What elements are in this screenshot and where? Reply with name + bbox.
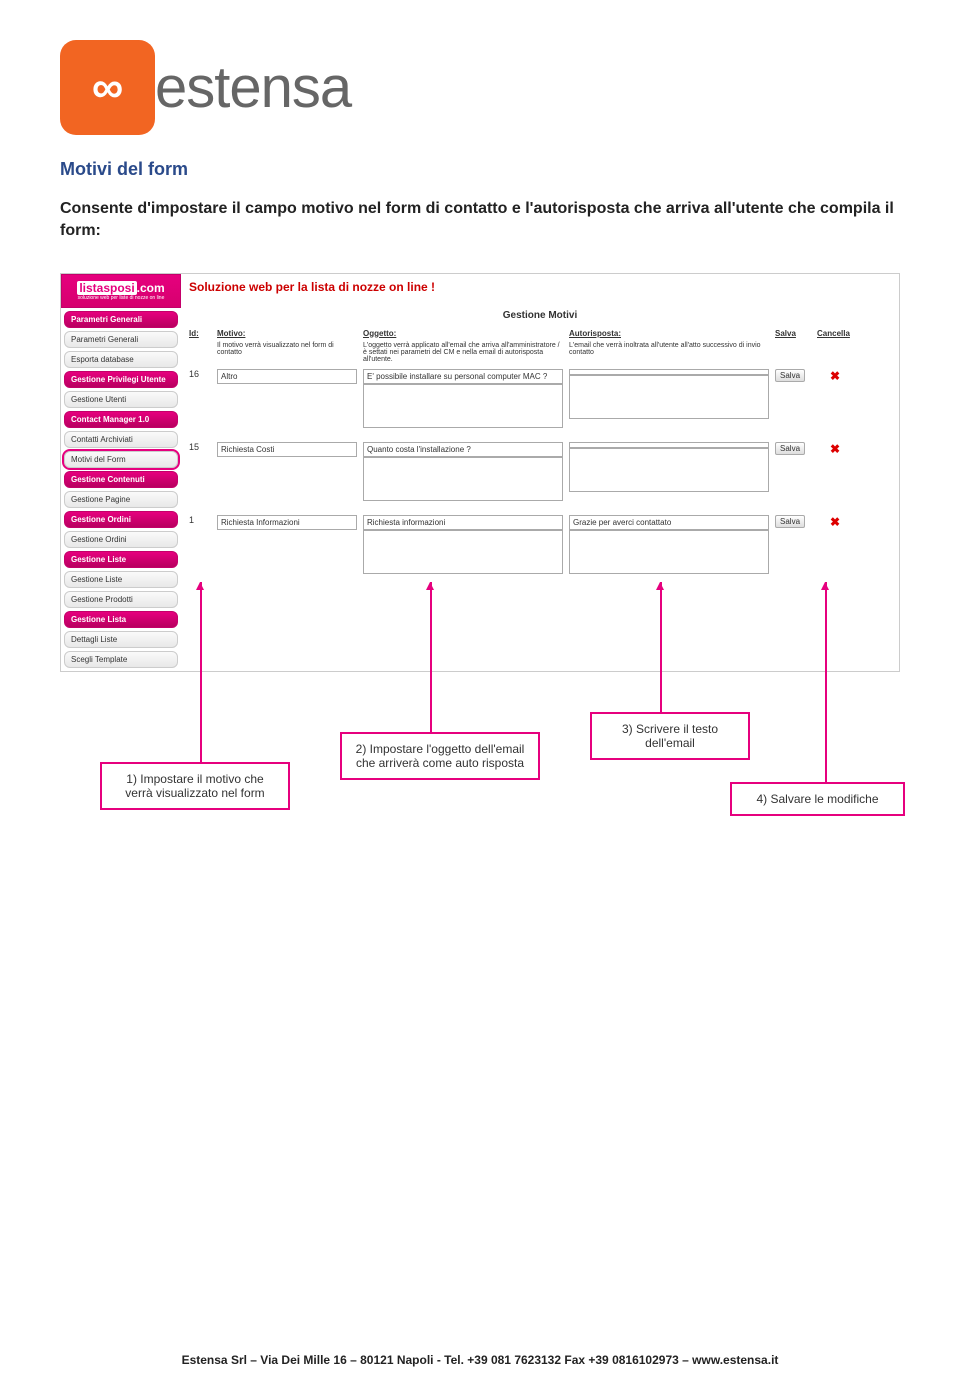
col-cancella: Cancella xyxy=(817,329,853,338)
table-desc: Il motivo verrà visualizzato nel form di… xyxy=(189,342,891,363)
col-autorisposta: Autorisposta: xyxy=(569,329,769,338)
sidebar: listasposi.com soluzione web per liste d… xyxy=(61,274,181,671)
section-title: Gestione Motivi xyxy=(189,310,891,321)
table-row: 1 Richiesta Informazioni Richiesta informa… xyxy=(189,515,891,574)
sidebar-group-head: Gestione Lista xyxy=(64,611,178,628)
sidebar-item[interactable]: Gestione Ordini xyxy=(64,531,178,548)
sidebar-item[interactable]: Gestione Utenti xyxy=(64,391,178,408)
motivo-input[interactable]: Altro xyxy=(217,369,357,384)
col-oggetto: Oggetto: xyxy=(363,329,563,338)
main-panel: Soluzione web per la lista di nozze on l… xyxy=(181,274,899,671)
salva-button[interactable]: Salva xyxy=(775,442,805,455)
delete-icon[interactable]: ✖ xyxy=(817,369,853,383)
sidebar-item[interactable]: Gestione Pagine xyxy=(64,491,178,508)
sidebar-item[interactable]: Dettagli Liste xyxy=(64,631,178,648)
col-id: Id: xyxy=(189,329,211,338)
desc-autorisposta: L'email che verrà inoltrata all'utente a… xyxy=(569,342,769,363)
callouts: 1) Impostare il motivo che verrà visuali… xyxy=(60,692,900,872)
sidebar-item[interactable]: Motivi del Form xyxy=(64,451,178,468)
oggetto-textarea[interactable] xyxy=(363,384,563,428)
sidebar-group-head: Parametri Generali xyxy=(64,311,178,328)
motivo-input[interactable]: Richiesta Costi xyxy=(217,442,357,457)
col-salva: Salva xyxy=(775,329,811,338)
site-logo-top: listasposi xyxy=(77,281,136,295)
desc-motivo: Il motivo verrà visualizzato nel form di… xyxy=(217,342,357,363)
salva-button[interactable]: Salva xyxy=(775,515,805,528)
sidebar-item[interactable]: Gestione Liste xyxy=(64,571,178,588)
oggetto-input[interactable]: Quanto costa l'installazione ? xyxy=(363,442,563,457)
infinity-icon: ∞ xyxy=(92,63,123,113)
table-row: 15 Richiesta Costi Quanto costa l'installa… xyxy=(189,442,891,501)
row-id: 16 xyxy=(189,369,211,379)
app-screenshot: listasposi.com soluzione web per liste d… xyxy=(60,273,900,672)
table-header: Id: Motivo: Oggetto: Autorisposta: Salva… xyxy=(189,329,891,338)
page-heading: Motivi del form xyxy=(60,159,900,180)
intro-paragraph: Consente d'impostare il campo motivo nel… xyxy=(60,198,900,243)
site-logo: listasposi.com soluzione web per liste d… xyxy=(61,274,181,308)
row-id: 15 xyxy=(189,442,211,452)
sidebar-item[interactable]: Scegli Template xyxy=(64,651,178,668)
sidebar-item[interactable]: Gestione Prodotti xyxy=(64,591,178,608)
oggetto-textarea[interactable] xyxy=(363,530,563,574)
main-title: Soluzione web per la lista di nozze on l… xyxy=(189,280,891,294)
salva-button[interactable]: Salva xyxy=(775,369,805,382)
callout-3: 3) Scrivere il testo dell'email xyxy=(590,712,750,760)
sidebar-group-head: Contact Manager 1.0 xyxy=(64,411,178,428)
site-logo-sub: soluzione web per liste di nozze on line xyxy=(66,295,176,301)
site-logo-bottom: .com xyxy=(137,281,165,295)
sidebar-group-head: Gestione Privilegi Utente xyxy=(64,371,178,388)
table-row: 16 Altro E' possibile installare su person… xyxy=(189,369,891,428)
logo-mark: ∞ xyxy=(60,40,155,135)
brand-logo: ∞ estensa xyxy=(60,40,900,135)
autorisposta-input[interactable]: Grazie per averci contattato xyxy=(569,515,769,530)
logo-text: estensa xyxy=(155,54,351,121)
sidebar-group-head: Gestione Contenuti xyxy=(64,471,178,488)
sidebar-item[interactable]: Contatti Archiviati xyxy=(64,431,178,448)
row-id: 1 xyxy=(189,515,211,525)
oggetto-input[interactable]: E' possibile installare su personal comp… xyxy=(363,369,563,384)
motivo-input[interactable]: Richiesta Informazioni xyxy=(217,515,357,530)
autorisposta-textarea[interactable] xyxy=(569,530,769,574)
autorisposta-textarea[interactable] xyxy=(569,375,769,419)
desc-oggetto: L'oggetto verrà applicato all'email che … xyxy=(363,342,563,363)
col-motivo: Motivo: xyxy=(217,329,357,338)
autorisposta-textarea[interactable] xyxy=(569,448,769,492)
callout-1: 1) Impostare il motivo che verrà visuali… xyxy=(100,762,290,810)
callout-4: 4) Salvare le modifiche xyxy=(730,782,905,816)
sidebar-item[interactable]: Esporta database xyxy=(64,351,178,368)
page-footer: Estensa Srl – Via Dei Mille 16 – 80121 N… xyxy=(0,1353,960,1367)
oggetto-input[interactable]: Richiesta informazioni xyxy=(363,515,563,530)
delete-icon[interactable]: ✖ xyxy=(817,442,853,456)
delete-icon[interactable]: ✖ xyxy=(817,515,853,529)
callout-2: 2) Impostare l'oggetto dell'email che ar… xyxy=(340,732,540,780)
oggetto-textarea[interactable] xyxy=(363,457,563,501)
sidebar-item[interactable]: Parametri Generali xyxy=(64,331,178,348)
sidebar-group-head: Gestione Ordini xyxy=(64,511,178,528)
sidebar-group-head: Gestione Liste xyxy=(64,551,178,568)
